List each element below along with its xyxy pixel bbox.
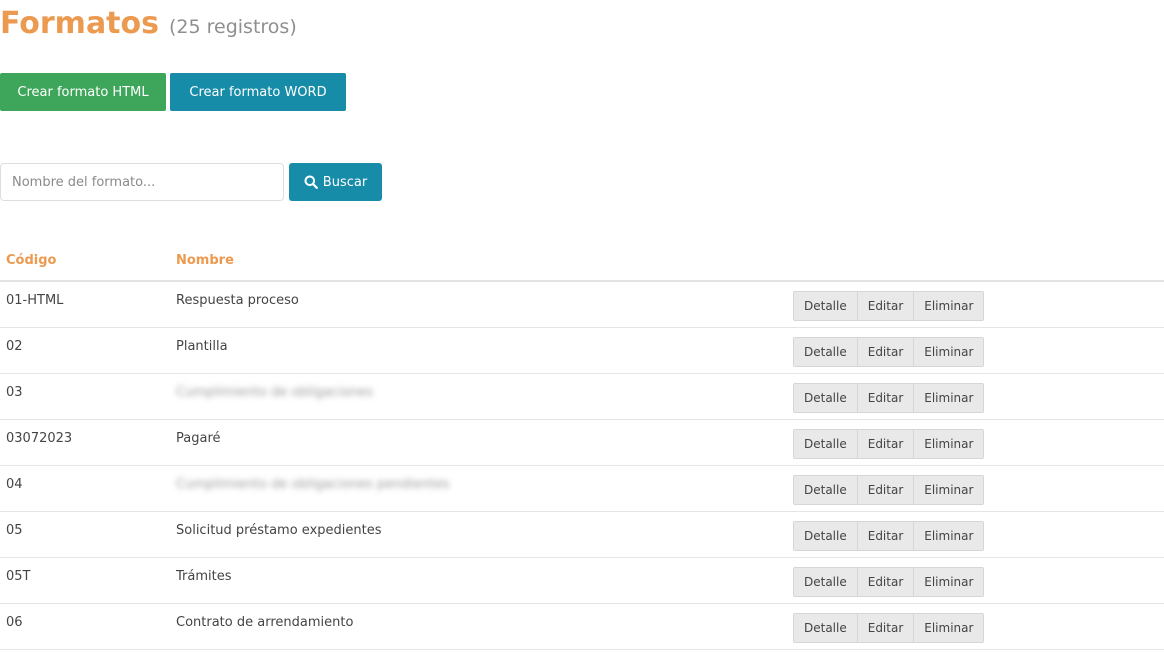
detail-button[interactable]: Detalle	[794, 383, 858, 412]
row-name: Trámites	[170, 557, 786, 604]
row-action-group: Detalle Editar Eliminar	[793, 612, 985, 643]
search-bar: Buscar	[0, 163, 382, 201]
search-icon	[304, 175, 318, 189]
row-code: 05	[0, 511, 170, 558]
detail-button[interactable]: Detalle	[794, 567, 858, 596]
table-row: 05T Trámites Detalle Editar Eliminar	[0, 557, 1164, 604]
create-word-format-button[interactable]: Crear formato WORD	[170, 73, 346, 111]
edit-button[interactable]: Editar	[857, 613, 915, 642]
search-button-label: Buscar	[322, 174, 368, 190]
row-name: Plantilla	[170, 327, 786, 374]
row-name: Respuesta proceso	[170, 281, 786, 328]
table-row: 05 Solicitud préstamo expedientes Detall…	[0, 511, 1164, 558]
row-action-group: Detalle Editar Eliminar	[793, 336, 985, 367]
search-input[interactable]	[0, 163, 284, 201]
table-row: 02 Plantilla Detalle Editar Eliminar	[0, 327, 1164, 374]
row-name-redacted: Cumplimiento de obligaciones	[170, 373, 786, 420]
delete-button[interactable]: Eliminar	[914, 613, 984, 642]
edit-button[interactable]: Editar	[857, 337, 915, 366]
delete-button[interactable]: Eliminar	[914, 521, 984, 550]
delete-button[interactable]: Eliminar	[914, 567, 984, 596]
formats-table: Código Nombre 01-HTML Respuesta proceso …	[0, 240, 1164, 650]
row-code: 03072023	[0, 419, 170, 466]
edit-button[interactable]: Editar	[857, 521, 915, 550]
column-header-code: Código	[0, 240, 170, 282]
create-html-format-button[interactable]: Crear formato HTML	[0, 73, 166, 111]
detail-button[interactable]: Detalle	[794, 613, 858, 642]
edit-button[interactable]: Editar	[857, 383, 915, 412]
row-action-group: Detalle Editar Eliminar	[793, 382, 985, 413]
row-action-group: Detalle Editar Eliminar	[793, 474, 985, 505]
delete-button[interactable]: Eliminar	[914, 429, 984, 458]
page-title: Formatos	[0, 6, 159, 41]
row-action-group: Detalle Editar Eliminar	[793, 520, 985, 551]
column-header-actions	[786, 240, 1164, 282]
row-actions: Detalle Editar Eliminar	[786, 465, 1164, 512]
edit-button[interactable]: Editar	[857, 475, 915, 504]
create-buttons: Crear formato HTML Crear formato WORD	[0, 73, 346, 111]
row-actions: Detalle Editar Eliminar	[786, 327, 1164, 374]
row-code: 03	[0, 373, 170, 420]
delete-button[interactable]: Eliminar	[914, 383, 984, 412]
row-code: 06	[0, 603, 170, 650]
record-count: (25 registros)	[169, 16, 297, 38]
page-header: Formatos (25 registros)	[0, 6, 297, 41]
table-row: 03072023 Pagaré Detalle Editar Eliminar	[0, 419, 1164, 466]
row-actions: Detalle Editar Eliminar	[786, 373, 1164, 420]
delete-button[interactable]: Eliminar	[914, 475, 984, 504]
row-code: 01-HTML	[0, 281, 170, 328]
delete-button[interactable]: Eliminar	[914, 337, 984, 366]
detail-button[interactable]: Detalle	[794, 429, 858, 458]
table-row: 06 Contrato de arrendamiento Detalle Edi…	[0, 603, 1164, 650]
row-actions: Detalle Editar Eliminar	[786, 603, 1164, 650]
detail-button[interactable]: Detalle	[794, 475, 858, 504]
row-action-group: Detalle Editar Eliminar	[793, 428, 985, 459]
detail-button[interactable]: Detalle	[794, 292, 858, 320]
row-name-redacted: Cumplimiento de obligaciones pendientes	[170, 465, 786, 512]
table-header-row: Código Nombre	[0, 240, 1164, 282]
row-actions: Detalle Editar Eliminar	[786, 419, 1164, 466]
delete-button[interactable]: Eliminar	[914, 292, 984, 320]
table-row: 03 Cumplimiento de obligaciones Detalle …	[0, 373, 1164, 420]
row-code: 02	[0, 327, 170, 374]
detail-button[interactable]: Detalle	[794, 521, 858, 550]
row-actions: Detalle Editar Eliminar	[786, 557, 1164, 604]
redacted-name: Cumplimiento de obligaciones pendientes	[176, 476, 450, 492]
edit-button[interactable]: Editar	[857, 567, 915, 596]
redacted-name: Cumplimiento de obligaciones	[176, 384, 373, 400]
search-button[interactable]: Buscar	[289, 163, 382, 201]
edit-button[interactable]: Editar	[857, 429, 915, 458]
edit-button[interactable]: Editar	[857, 292, 915, 320]
column-header-name: Nombre	[170, 240, 786, 282]
row-code: 04	[0, 465, 170, 512]
formats-table-container: Código Nombre 01-HTML Respuesta proceso …	[0, 240, 1164, 650]
row-actions: Detalle Editar Eliminar	[786, 511, 1164, 558]
row-name: Contrato de arrendamiento	[170, 603, 786, 650]
row-code: 05T	[0, 557, 170, 604]
row-actions: Detalle Editar Eliminar	[786, 281, 1164, 328]
table-row: 01-HTML Respuesta proceso Detalle Editar…	[0, 281, 1164, 328]
row-action-group: Detalle Editar Eliminar	[793, 291, 985, 321]
table-row: 04 Cumplimiento de obligaciones pendient…	[0, 465, 1164, 512]
row-name: Solicitud préstamo expedientes	[170, 511, 786, 558]
row-name: Pagaré	[170, 419, 786, 466]
row-action-group: Detalle Editar Eliminar	[793, 566, 985, 597]
detail-button[interactable]: Detalle	[794, 337, 858, 366]
